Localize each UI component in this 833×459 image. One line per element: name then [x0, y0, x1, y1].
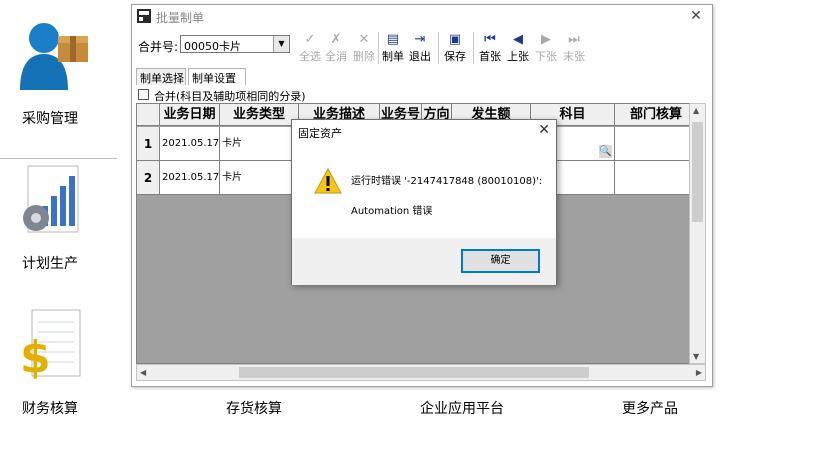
inventory-label[interactable]: 存货核算 — [226, 398, 282, 418]
merge-checkbox-label: 合并(科目及辅助项相同的分录) — [154, 90, 306, 103]
toolbar: 合并号: 00050卡片 ▼ ✓ 全选 ✗ 全消 ✕ 删除 ▤ 制单 ⇥ 退出 … — [132, 29, 712, 67]
last-label: 末张 — [563, 50, 585, 63]
delete-button[interactable]: ✕ 删除 — [352, 30, 376, 66]
prev-button[interactable]: ◀ 上张 — [506, 30, 530, 66]
cell-type[interactable]: 卡片 — [220, 127, 299, 161]
row-number: 1 — [137, 127, 160, 161]
production-launcher[interactable]: 计划生产 — [0, 160, 117, 280]
save-icon: ▣ — [448, 32, 462, 47]
error-dialog: 固定资产 ✕ 运行时错误 '-2147417848 (80010108)': A… — [291, 119, 557, 285]
app-icon — [137, 9, 151, 23]
merge-number-value: 00050卡片 — [184, 40, 241, 53]
save-button[interactable]: ▣ 保存 — [443, 30, 467, 66]
finance-icon: $ — [20, 309, 81, 380]
chevron-down-icon[interactable]: ▼ — [273, 36, 289, 52]
scroll-down-icon[interactable]: ▼ — [693, 352, 699, 361]
production-icon — [23, 165, 79, 233]
next-icon: ▶ — [541, 32, 551, 47]
first-button[interactable]: ⏮ 首张 — [478, 30, 502, 66]
make-voucher-button[interactable]: ▤ 制单 — [381, 30, 405, 66]
dialog-title: 固定资产 — [298, 127, 342, 140]
finance-launcher[interactable]: $ 财务核算 — [0, 300, 117, 420]
exit-button[interactable]: ⇥ 退出 — [408, 30, 432, 66]
select-all-icon: ✓ — [304, 32, 316, 47]
save-label: 保存 — [444, 50, 466, 63]
merge-number-select[interactable]: 00050卡片 ▼ — [180, 35, 290, 53]
last-icon: ⏭ — [568, 32, 580, 47]
delete-icon: ✕ — [358, 32, 370, 47]
header-dept-accounting: 部门核算 — [615, 104, 696, 126]
first-icon: ⏮ — [484, 32, 496, 47]
deselect-all-icon: ✗ — [330, 32, 342, 47]
grid-corner — [137, 104, 160, 126]
dialog-footer: 确定 — [292, 238, 556, 285]
make-voucher-icon: ▤ — [386, 32, 400, 47]
dialog-body: 运行时错误 '-2147417848 (80010108)': Automati… — [292, 143, 556, 238]
purchase-icon — [20, 23, 88, 90]
next-button[interactable]: ▶ 下张 — [534, 30, 558, 66]
error-message-text: Automation 错误 — [351, 206, 433, 217]
enterprise-platform-label[interactable]: 企业应用平台 — [420, 398, 504, 418]
cell-type[interactable]: 卡片 — [220, 161, 299, 195]
purchase-label: 采购管理 — [22, 111, 78, 127]
last-button[interactable]: ⏭ 末张 — [562, 30, 586, 66]
finance-label: 财务核算 — [22, 401, 78, 417]
header-business-type: 业务类型 — [220, 104, 299, 126]
deselect-all-button[interactable]: ✗ 全消 — [324, 30, 348, 66]
header-business-date: 业务日期 — [160, 104, 220, 126]
horizontal-scrollbar[interactable]: ◀ ▶ — [136, 364, 706, 381]
warning-icon — [314, 168, 342, 194]
error-message-code: 运行时错误 '-2147417848 (80010108)': — [351, 176, 543, 187]
tab-voucher-settings[interactable]: 制单设置 — [188, 68, 246, 85]
svg-text:$: $ — [20, 332, 51, 380]
vertical-scrollbar[interactable]: ▲ ▼ — [689, 103, 706, 364]
scroll-up-icon[interactable]: ▲ — [693, 106, 699, 115]
exit-label: 退出 — [409, 50, 431, 63]
horizontal-scroll-thumb[interactable] — [239, 367, 589, 378]
cell-date[interactable]: 2021.05.17 — [160, 161, 220, 195]
merge-number-label: 合并号: — [138, 40, 179, 54]
search-icon[interactable]: 🔍 — [599, 145, 612, 158]
more-products-label[interactable]: 更多产品 — [622, 398, 678, 418]
vertical-scroll-thumb[interactable] — [692, 122, 703, 222]
merge-checkbox[interactable] — [138, 89, 149, 100]
scroll-left-icon[interactable]: ◀ — [140, 368, 146, 377]
ok-button[interactable]: 确定 — [461, 249, 540, 273]
delete-label: 删除 — [353, 50, 375, 63]
divider — [0, 158, 117, 159]
cell-date[interactable]: 2021.05.17 — [160, 127, 220, 161]
exit-icon: ⇥ — [414, 32, 426, 47]
window-titlebar: 批量制单 ✕ — [132, 5, 712, 27]
tab-voucher-select[interactable]: 制单选择 — [136, 68, 186, 85]
prev-icon: ◀ — [513, 32, 523, 47]
select-all-button[interactable]: ✓ 全选 — [298, 30, 322, 66]
cell-dept[interactable] — [615, 161, 696, 195]
scroll-right-icon[interactable]: ▶ — [696, 368, 702, 377]
purchase-launcher[interactable]: 采购管理 — [0, 0, 117, 150]
window-title: 批量制单 — [156, 11, 205, 25]
cell-dept[interactable] — [615, 127, 696, 161]
close-icon[interactable]: ✕ — [686, 6, 706, 26]
production-label: 计划生产 — [22, 256, 78, 272]
row-number: 2 — [137, 161, 160, 195]
close-icon[interactable]: ✕ — [538, 122, 550, 138]
